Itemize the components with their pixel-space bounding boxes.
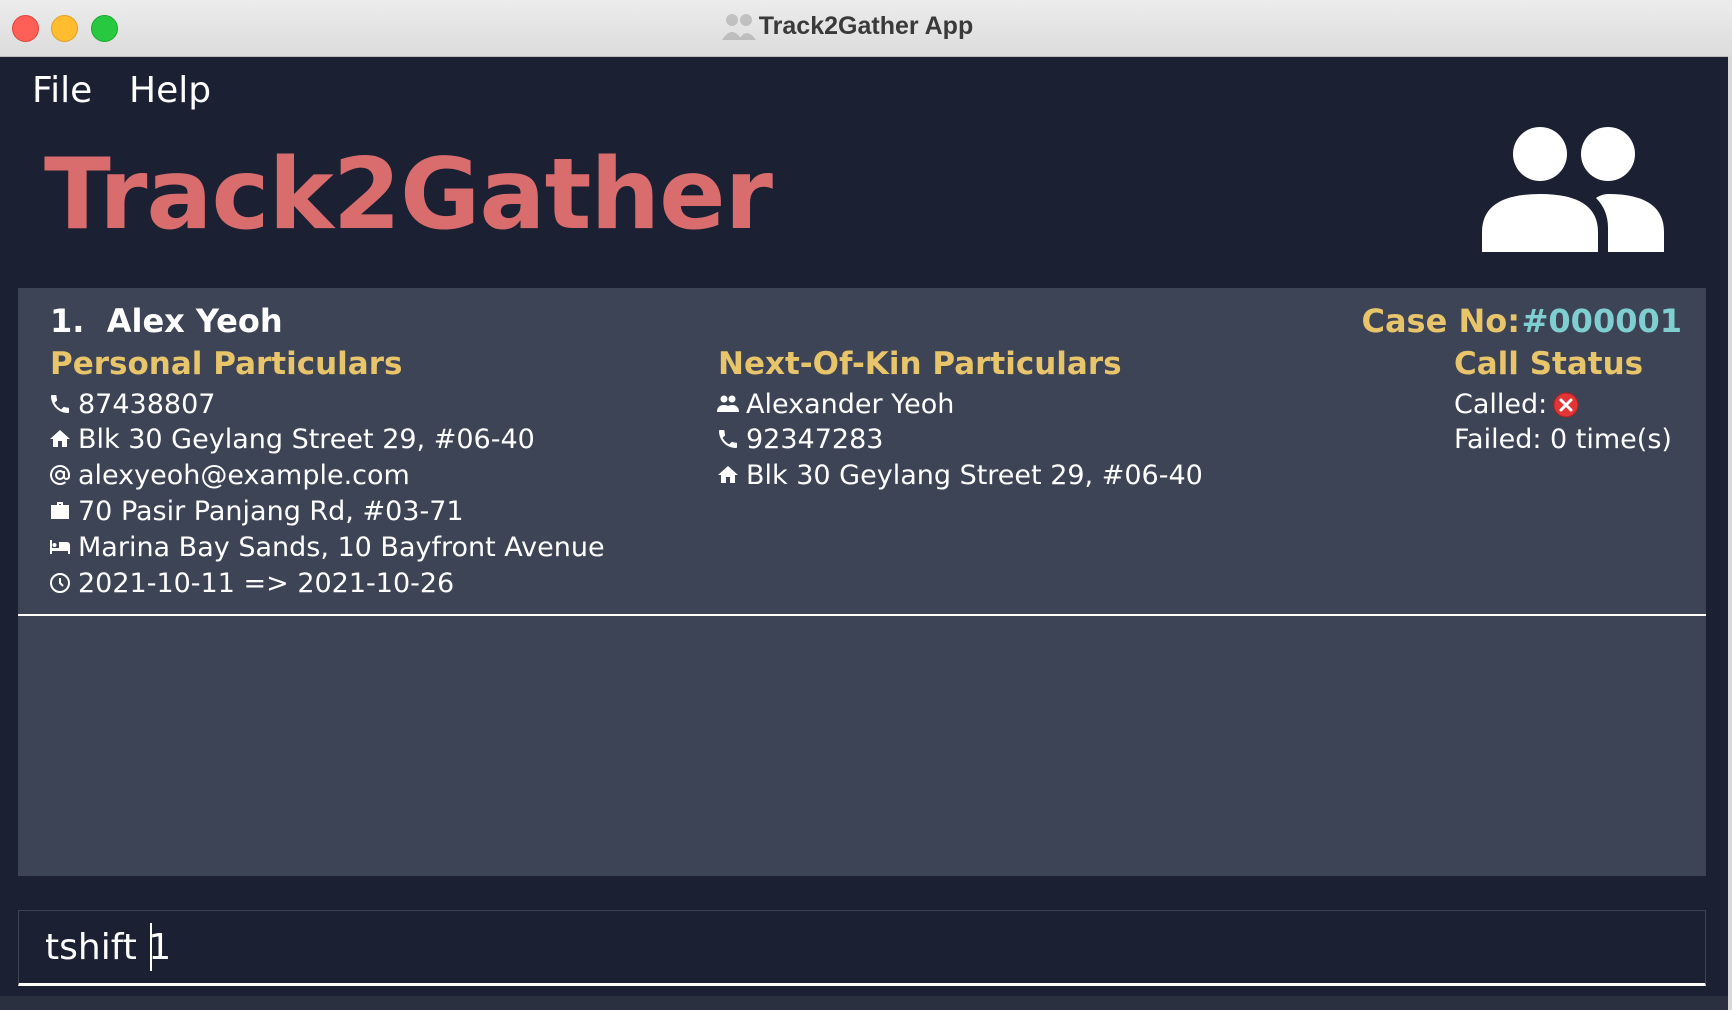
case-number-label: Case No: (1361, 302, 1520, 340)
personal-email: alexyeoh@example.com (78, 460, 410, 491)
home-icon (718, 466, 738, 483)
command-area (0, 896, 1728, 1010)
personal-quarantine-row: Marina Bay Sands, 10 Bayfront Avenue (48, 531, 605, 565)
cross-circle-icon (1553, 392, 1579, 418)
kin-name-row: Alexander Yeoh (716, 388, 954, 422)
people-icon (1482, 127, 1664, 252)
person-name: 1. Alex Yeoh (50, 302, 283, 340)
kin-address: Blk 30 Geylang Street 29, #06-40 (746, 460, 1203, 491)
personal-particulars-heading: Personal Particulars (50, 346, 403, 382)
result-display-edge (0, 996, 1728, 1010)
command-box[interactable] (18, 910, 1706, 986)
menu-bar: File Help (0, 56, 1728, 126)
window-title: Track2Gather App (758, 12, 974, 40)
kin-phone-row: 92347283 (716, 423, 883, 457)
menu-help[interactable]: Help (129, 70, 211, 111)
clock-icon (50, 573, 70, 593)
person-name-text: Alex Yeoh (106, 302, 283, 340)
called-label: Called: (1454, 389, 1548, 420)
person-card[interactable]: 1. Alex Yeoh Case No: #000001 Personal P… (18, 288, 1706, 616)
personal-work-address: 70 Pasir Panjang Rd, #03-71 (78, 496, 464, 527)
email-at-icon (50, 464, 70, 485)
home-icon (50, 430, 70, 447)
window-titlebar: Track2Gather App (0, 0, 1732, 57)
failed-count: Failed: 0 time(s) (1454, 424, 1672, 455)
called-row: Called: (1454, 388, 1579, 422)
bed-icon (50, 540, 70, 554)
briefcase-icon (51, 502, 69, 519)
kin-address-row: Blk 30 Geylang Street 29, #06-40 (716, 459, 1203, 493)
people-small-icon (717, 395, 739, 412)
person-list-panel[interactable]: 1. Alex Yeoh Case No: #000001 Personal P… (18, 288, 1706, 876)
window-edge (1728, 56, 1732, 1010)
personal-quarantine-address: Marina Bay Sands, 10 Bayfront Avenue (78, 532, 605, 563)
kin-name: Alexander Yeoh (746, 389, 955, 420)
personal-address: Blk 30 Geylang Street 29, #06-40 (78, 424, 535, 455)
personal-address-row: Blk 30 Geylang Street 29, #06-40 (48, 423, 535, 457)
call-status-heading: Call Status (1454, 346, 1644, 382)
personal-phone-row: 87438807 (48, 388, 215, 422)
kin-phone: 92347283 (746, 424, 884, 455)
case-number-value: #000001 (1521, 302, 1682, 340)
person-index: 1. (50, 302, 85, 340)
phone-icon (719, 430, 737, 448)
personal-phone: 87438807 (78, 389, 216, 420)
personal-email-row: alexyeoh@example.com (48, 459, 410, 493)
personal-period-row: 2021-10-11 => 2021-10-26 (48, 567, 454, 601)
phone-icon (51, 395, 69, 413)
app-title: Track2Gather (44, 138, 773, 252)
next-of-kin-heading: Next-Of-Kin Particulars (718, 346, 1122, 382)
menu-file[interactable]: File (32, 70, 92, 111)
command-input[interactable] (43, 923, 1647, 971)
personal-shn-period: 2021-10-11 => 2021-10-26 (78, 568, 455, 599)
personal-work-row: 70 Pasir Panjang Rd, #03-71 (48, 495, 464, 529)
text-caret (150, 923, 152, 971)
